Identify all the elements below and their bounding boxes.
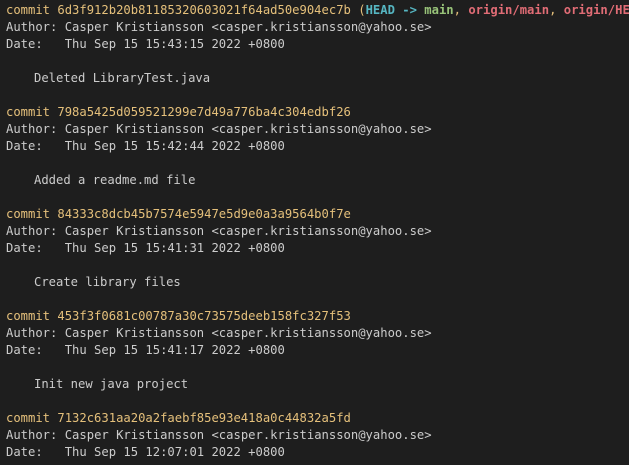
refs-open-paren: (	[358, 3, 366, 17]
commit-author-line: Author: Casper Kristiansson <casper.kris…	[0, 427, 629, 444]
commit-header: commit 6d3f912b20b81185320603021f64ad50e…	[0, 2, 629, 19]
date-label: Date:	[6, 445, 43, 459]
commit-author-line: Author: Casper Kristiansson <casper.kris…	[0, 223, 629, 240]
commit-date: Thu Sep 15 12:07:01 2022 +0800	[64, 445, 285, 459]
commit-hash: 798a5425d059521299e7d49a776ba4c304edbf26	[57, 105, 351, 119]
commit-date-line: Date: Thu Sep 15 15:43:15 2022 +0800	[0, 36, 629, 53]
commit-keyword: commit	[6, 3, 51, 17]
author-label: Author:	[6, 428, 58, 442]
commit-hash: 453f3f0681c00787a30c73575deeb158fc327f53	[57, 309, 351, 323]
commit-message: Added a readme.md file	[34, 173, 196, 187]
date-label: Date:	[6, 37, 43, 51]
commit-author: Casper Kristiansson <casper.kristiansson…	[64, 428, 432, 442]
commit-author-line: Author: Casper Kristiansson <casper.kris…	[0, 325, 629, 342]
commit-entry: commit 84333c8dcb45b7574e5947e5d9e0a3a95…	[0, 206, 629, 308]
commit-keyword: commit	[6, 207, 51, 221]
commit-keyword: commit	[6, 309, 51, 323]
author-label: Author:	[6, 20, 58, 34]
commit-message: Deleted LibraryTest.java	[34, 71, 211, 85]
commit-date: Thu Sep 15 15:42:44 2022 +0800	[64, 139, 285, 153]
commit-keyword: commit	[6, 411, 51, 425]
commit-entry: commit 6d3f912b20b81185320603021f64ad50e…	[0, 2, 629, 104]
commit-message: Init new java project	[34, 377, 189, 391]
refs-separator: ,	[453, 3, 461, 17]
date-label: Date:	[6, 343, 43, 357]
ref-head: HEAD	[365, 3, 395, 17]
commit-author: Casper Kristiansson <casper.kristiansson…	[64, 326, 432, 340]
date-label: Date:	[6, 241, 43, 255]
commit-keyword: commit	[6, 105, 51, 119]
commit-date: Thu Sep 15 15:43:15 2022 +0800	[64, 37, 285, 51]
ref-remote-branch: origin/main	[468, 3, 550, 17]
commit-date-line: Date: Thu Sep 15 12:07:01 2022 +0800	[0, 444, 629, 461]
commit-date: Thu Sep 15 15:41:17 2022 +0800	[64, 343, 285, 357]
commit-entry: commit 7132c631aa20a2faebf85e93e418a0c44…	[0, 410, 629, 461]
commit-author-line: Author: Casper Kristiansson <casper.kris…	[0, 19, 629, 36]
commit-header: commit 7132c631aa20a2faebf85e93e418a0c44…	[0, 410, 629, 427]
commit-author-line: Author: Casper Kristiansson <casper.kris…	[0, 121, 629, 138]
author-label: Author:	[6, 224, 58, 238]
commit-entry: commit 453f3f0681c00787a30c73575deeb158f…	[0, 308, 629, 410]
refs-separator: ,	[549, 3, 557, 17]
commit-header: commit 84333c8dcb45b7574e5947e5d9e0a3a95…	[0, 206, 629, 223]
ref-arrow: ->	[402, 3, 417, 17]
commit-hash: 6d3f912b20b81185320603021f64ad50e904ec7b	[57, 3, 351, 17]
commit-date-line: Date: Thu Sep 15 15:41:31 2022 +0800	[0, 240, 629, 257]
commit-date-line: Date: Thu Sep 15 15:41:17 2022 +0800	[0, 342, 629, 359]
commit-author: Casper Kristiansson <casper.kristiansson…	[64, 20, 432, 34]
author-label: Author:	[6, 326, 58, 340]
commit-date-line: Date: Thu Sep 15 15:42:44 2022 +0800	[0, 138, 629, 155]
commit-hash: 84333c8dcb45b7574e5947e5d9e0a3a9564b0f7e	[57, 207, 351, 221]
commit-header: commit 798a5425d059521299e7d49a776ba4c30…	[0, 104, 629, 121]
commit-message: Create library files	[34, 275, 181, 289]
commit-header: commit 453f3f0681c00787a30c73575deeb158f…	[0, 308, 629, 325]
terminal-output[interactable]: commit 6d3f912b20b81185320603021f64ad50e…	[0, 0, 629, 465]
author-label: Author:	[6, 122, 58, 136]
commit-entry: commit 798a5425d059521299e7d49a776ba4c30…	[0, 104, 629, 206]
commit-author: Casper Kristiansson <casper.kristiansson…	[64, 122, 432, 136]
commit-author: Casper Kristiansson <casper.kristiansson…	[64, 224, 432, 238]
date-label: Date:	[6, 139, 43, 153]
commit-hash: 7132c631aa20a2faebf85e93e418a0c44832a5fd	[57, 411, 351, 425]
commit-date: Thu Sep 15 15:41:31 2022 +0800	[64, 241, 285, 255]
ref-local-branch: main	[424, 3, 454, 17]
ref-remote-head: origin/HEAD	[563, 3, 629, 17]
